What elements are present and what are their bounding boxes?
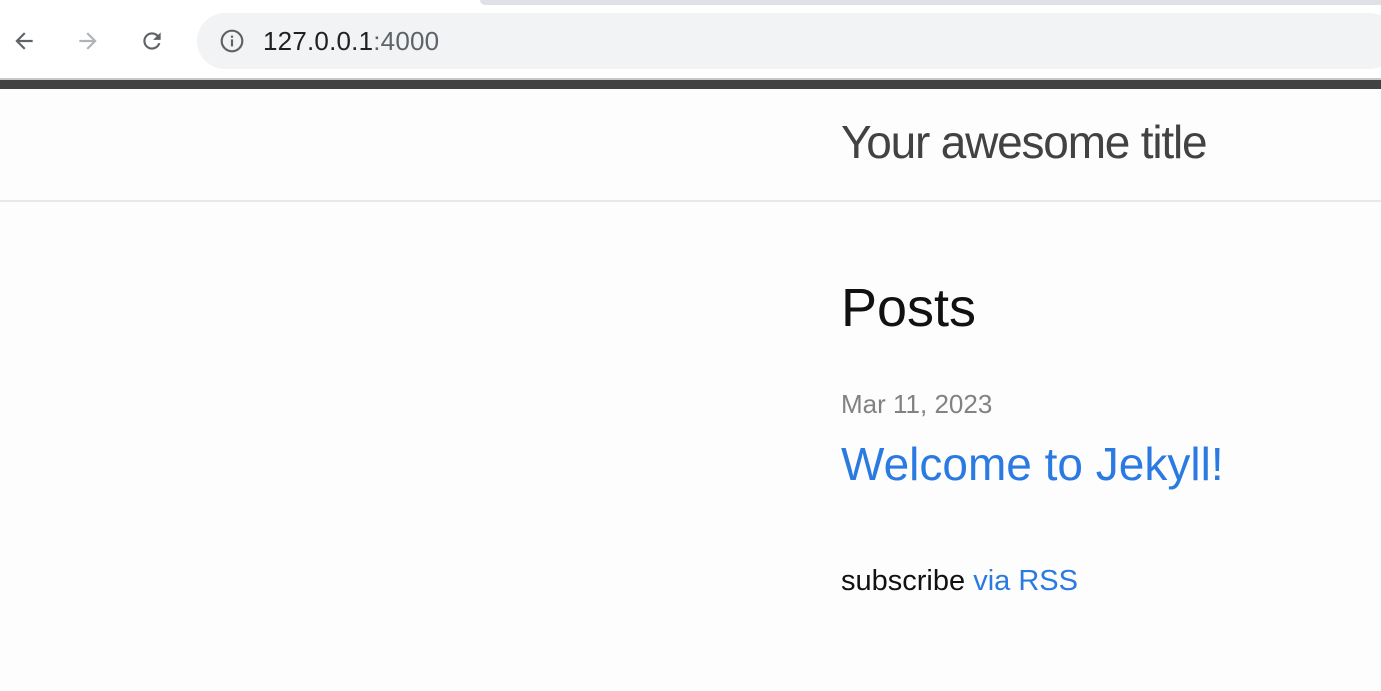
forward-button[interactable] bbox=[68, 21, 108, 61]
browser-toolbar: 127.0.0.1:4000 bbox=[0, 5, 1381, 78]
rss-subscribe: subscribe via RSS bbox=[841, 565, 1078, 598]
rss-link[interactable]: via RSS bbox=[973, 565, 1078, 597]
info-icon[interactable] bbox=[219, 28, 245, 54]
site-header: Your awesome title bbox=[0, 89, 1381, 202]
address-bar[interactable]: 127.0.0.1:4000 bbox=[197, 13, 1381, 69]
post-list-heading: Posts bbox=[841, 278, 977, 338]
post-link[interactable]: Welcome to Jekyll! bbox=[841, 437, 1224, 491]
site-title[interactable]: Your awesome title bbox=[841, 115, 1208, 169]
back-button[interactable] bbox=[4, 21, 44, 61]
subscribe-text: subscribe bbox=[841, 565, 966, 597]
url-text: 127.0.0.1:4000 bbox=[263, 26, 439, 57]
arrow-right-icon bbox=[79, 32, 97, 50]
reload-icon bbox=[143, 32, 161, 50]
site-header-top-bar bbox=[0, 80, 1381, 89]
arrow-left-icon bbox=[15, 32, 33, 50]
reload-button[interactable] bbox=[132, 21, 172, 61]
url-port: :4000 bbox=[373, 25, 440, 56]
url-host: 127.0.0.1 bbox=[263, 25, 374, 56]
post-date: Mar 11, 2023 bbox=[841, 389, 993, 419]
